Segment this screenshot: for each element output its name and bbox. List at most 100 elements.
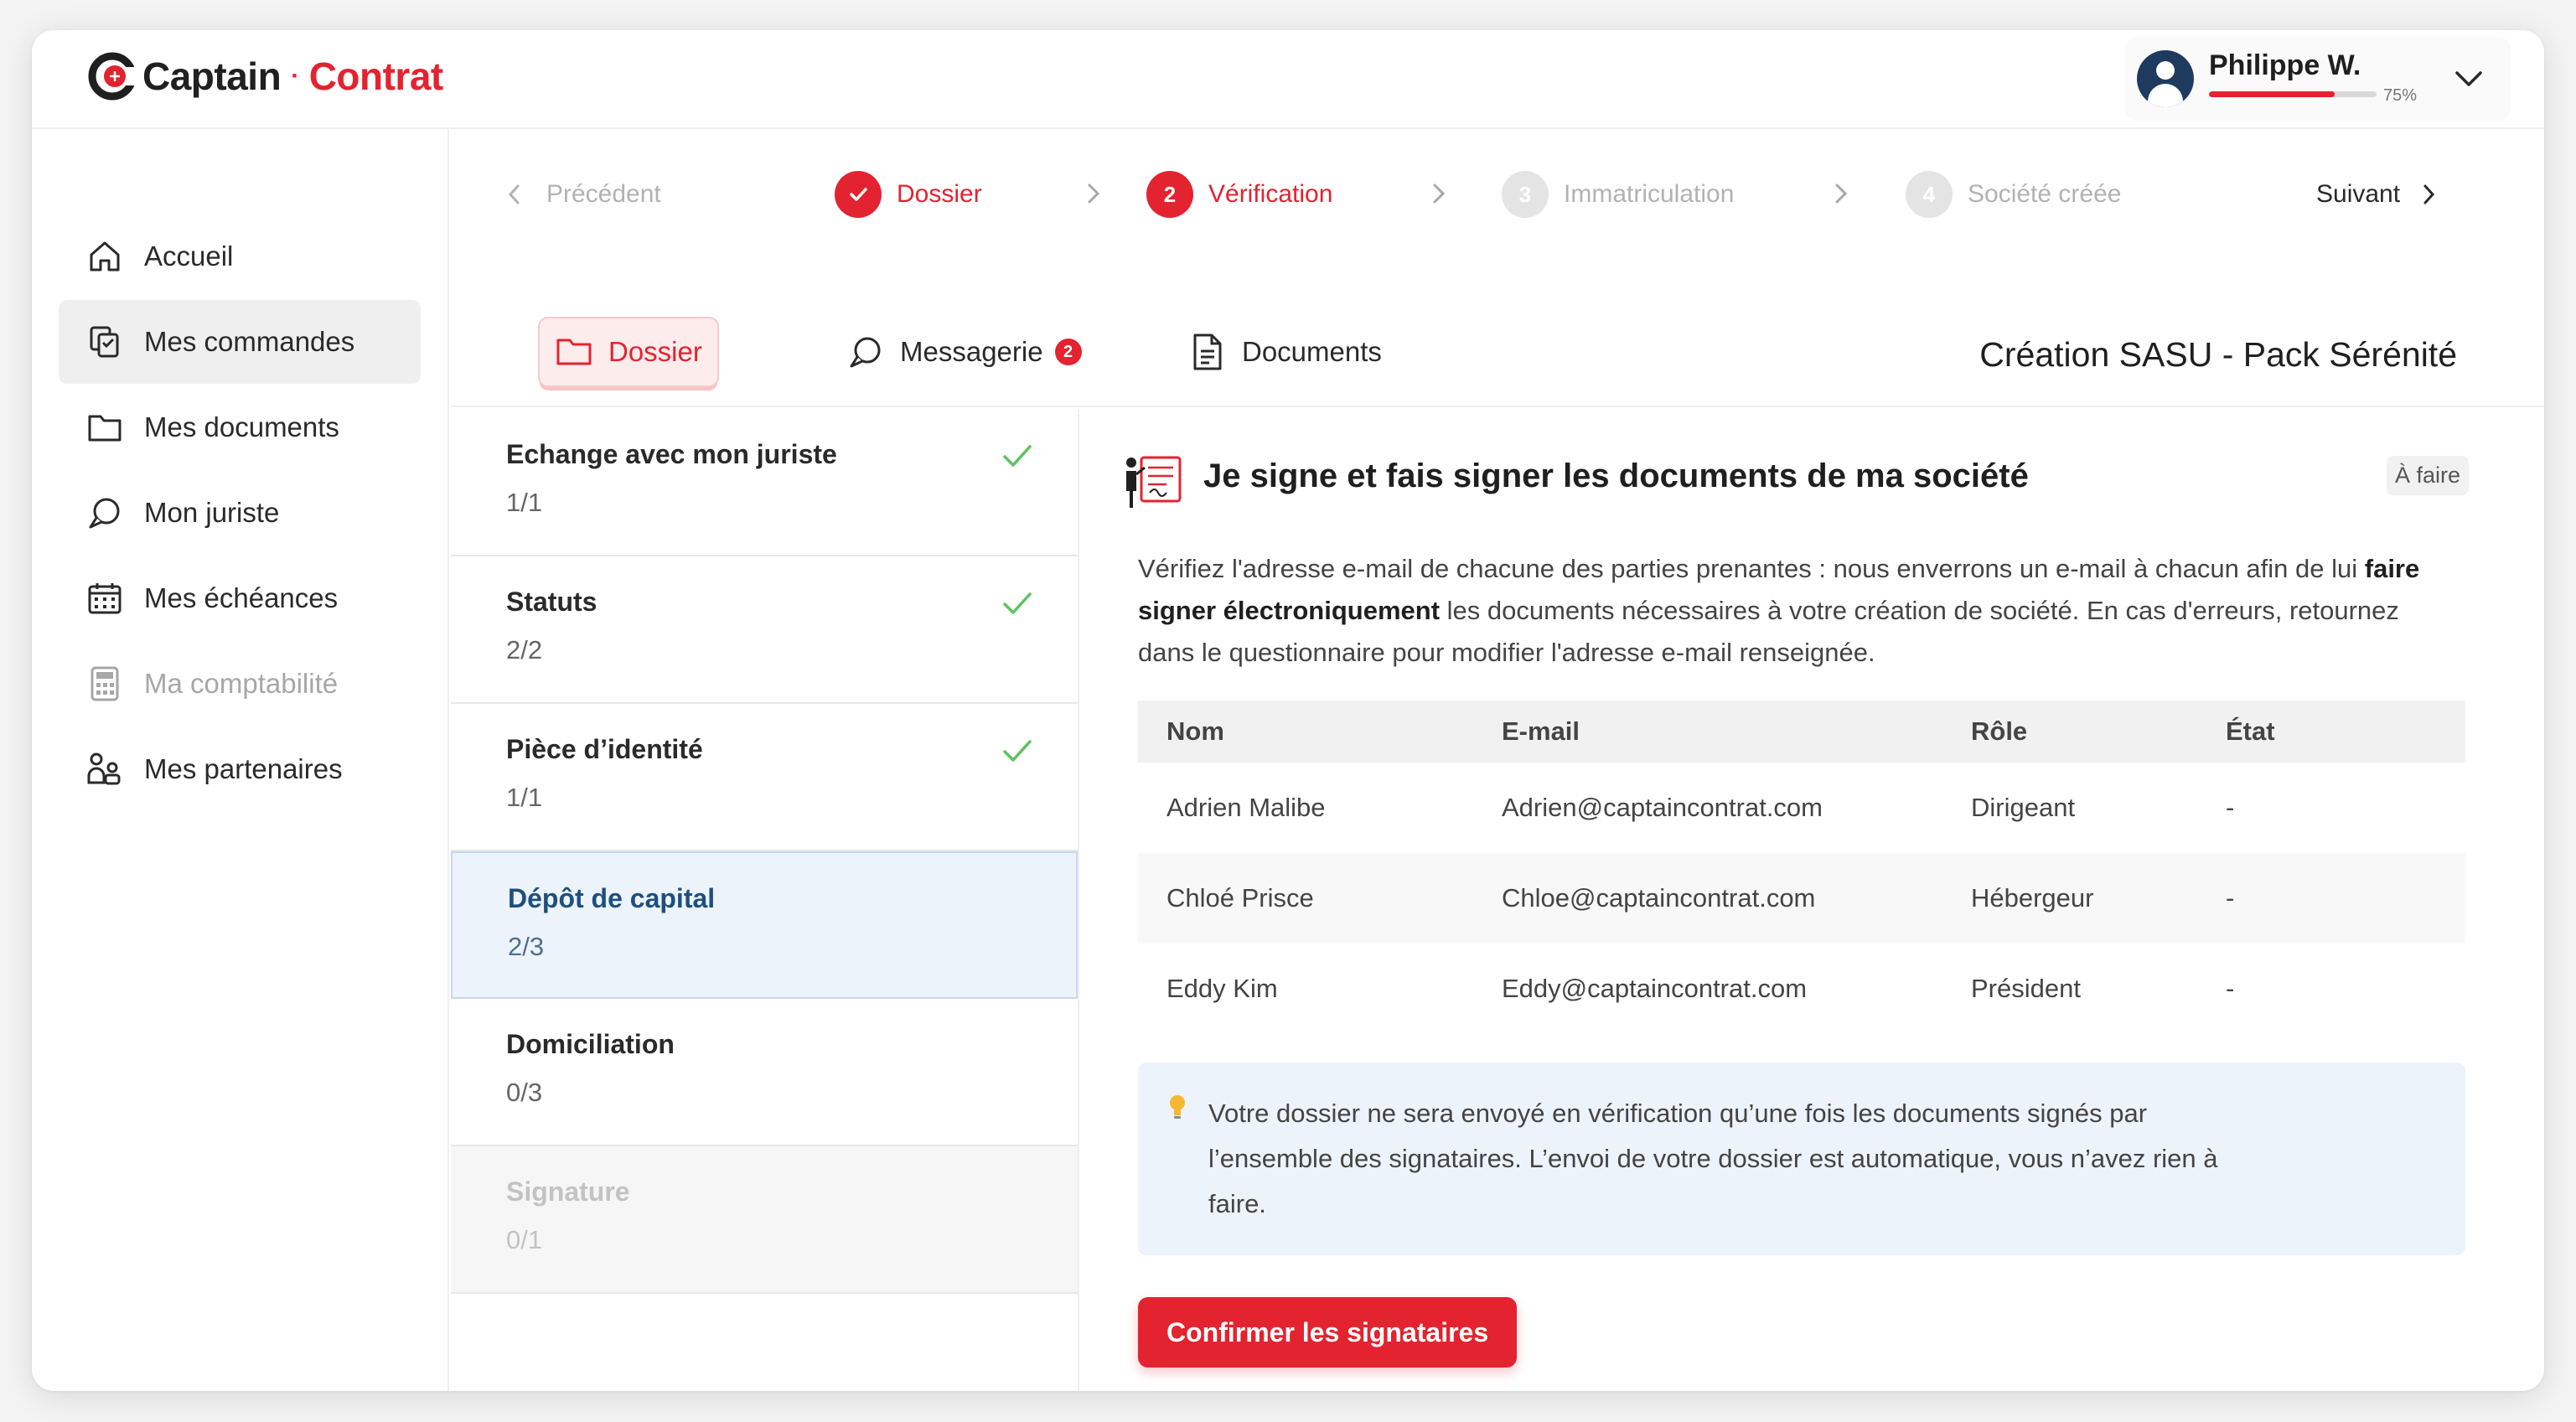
home-icon	[85, 237, 124, 276]
tab-label: Messagerie	[900, 336, 1043, 367]
sidebar-item-label: Mes commandes	[144, 326, 355, 357]
step-label: Dossier	[897, 180, 982, 208]
cell-nom: Adrien Malibe	[1166, 793, 1326, 822]
progress-stepper: Précédent Dossier 2 Vérification 3 Immat…	[451, 131, 2544, 256]
panel-intro: Vérifiez l'adresse e-mail de chacune des…	[1138, 548, 2462, 674]
tab-dossier[interactable]: Dossier	[538, 317, 719, 387]
task-title: Signature	[506, 1176, 630, 1207]
task-title: Domiciliation	[506, 1029, 675, 1059]
sidebar-item-echeances[interactable]: Mes échéances	[59, 556, 421, 640]
lightbulb-icon	[1170, 1095, 1185, 1119]
tab-bar: Dossier Messagerie 2 Documents Création …	[451, 282, 2544, 407]
column-header-email: E-mail	[1502, 716, 1580, 746]
brand-name-left: Captain	[142, 54, 282, 98]
cell-role: Président	[1971, 974, 2081, 1003]
tab-label: Dossier	[608, 336, 702, 367]
cell-email: Chloe@captaincontrat.com	[1502, 883, 1816, 913]
sidebar-item-comptabilite[interactable]: Ma comptabilité	[59, 642, 421, 726]
task-count: 2/3	[508, 932, 545, 961]
sidebar-item-label: Mes échéances	[144, 582, 339, 613]
task-item-depot-capital[interactable]: Dépôt de capital 2/3	[451, 851, 1078, 999]
check-icon	[1003, 740, 1032, 762]
chevron-right-icon	[1835, 184, 1848, 204]
step-number: 4	[1906, 171, 1953, 218]
task-item-statuts[interactable]: Statuts 2/2	[451, 556, 1078, 704]
next-label: Suivant	[2316, 180, 2401, 208]
task-count: 1/1	[506, 783, 543, 812]
task-count: 0/3	[506, 1078, 543, 1107]
check-icon	[835, 171, 882, 218]
table-row: Adrien Malibe Adrien@captaincontrat.com …	[1138, 763, 2465, 853]
task-list: Echange avec mon juriste 1/1 Statuts 2/2…	[451, 409, 1079, 1391]
sidebar-item-juriste[interactable]: Mon juriste	[59, 471, 421, 555]
brand-name-right: Contrat	[308, 54, 444, 98]
calendar-icon	[85, 579, 124, 618]
table-row: Eddy Kim Eddy@captaincontrat.com Préside…	[1138, 944, 2465, 1034]
signatories-table: Nom E-mail Rôle État Adrien Malibe Adrie…	[1138, 701, 2465, 1034]
tab-documents[interactable]: Documents	[1188, 317, 1382, 387]
next-step-button[interactable]: Suivant	[2316, 169, 2439, 220]
avatar	[2137, 50, 2194, 107]
chevron-left-icon	[508, 184, 520, 204]
chevron-right-icon	[1088, 184, 1100, 204]
step-label: Société créée	[1968, 180, 2122, 208]
progress-label: 75%	[2383, 86, 2418, 105]
sidebar-item-label: Ma comptabilité	[144, 668, 339, 699]
column-header-etat: État	[2226, 716, 2275, 746]
previous-step-button[interactable]: Précédent	[504, 169, 661, 220]
task-title: Pièce d’identité	[506, 734, 703, 764]
step-number: 3	[1502, 171, 1549, 218]
app-window: Captain · Contrat Philippe W. 75% Accuei…	[32, 30, 2544, 1391]
confirm-signatories-button[interactable]: Confirmer les signataires	[1138, 1297, 1518, 1368]
brand-logo[interactable]: Captain · Contrat	[87, 47, 443, 106]
task-item-echange[interactable]: Echange avec mon juriste 1/1	[451, 409, 1078, 556]
task-title: Dépôt de capital	[508, 883, 716, 913]
cell-etat: -	[2226, 793, 2235, 822]
calculator-icon	[85, 664, 124, 703]
step-label: Immatriculation	[1564, 180, 1735, 208]
sidebar: Accueil Mes commandes Mes documents Mon …	[32, 129, 449, 1391]
sidebar-item-accueil[interactable]: Accueil	[59, 215, 421, 298]
sidebar-item-partenaires[interactable]: Mes partenaires	[59, 727, 421, 811]
progress-fill	[2209, 91, 2335, 97]
task-count: 0/1	[506, 1225, 543, 1254]
step-societe-creee[interactable]: 4 Société créée	[1906, 169, 2121, 220]
step-dossier[interactable]: Dossier	[835, 169, 982, 220]
user-menu[interactable]: Philippe W. 75%	[2125, 37, 2511, 121]
cell-nom: Eddy Kim	[1166, 974, 1278, 1003]
chevron-right-icon	[1433, 184, 1446, 204]
status-badge: À faire	[2386, 456, 2469, 495]
sidebar-item-documents[interactable]: Mes documents	[59, 385, 421, 469]
task-detail-panel: Je signe et fais signer les documents de…	[1079, 409, 2544, 1391]
sidebar-item-label: Mes partenaires	[144, 753, 343, 784]
panel-heading: Je signe et fais signer les documents de…	[1203, 458, 2029, 494]
chevron-down-icon[interactable]	[2452, 62, 2485, 96]
step-verification[interactable]: 2 Vérification	[1146, 169, 1332, 220]
info-callout: Votre dossier ne sera envoyé en vérifica…	[1138, 1063, 2465, 1255]
cell-email: Eddy@captaincontrat.com	[1502, 974, 1808, 1003]
sidebar-item-label: Accueil	[144, 240, 234, 271]
task-title: Statuts	[506, 587, 597, 617]
profile-progress-bar	[2209, 91, 2377, 97]
check-icon	[1003, 445, 1032, 467]
folder-icon	[85, 408, 124, 447]
top-header: Captain · Contrat Philippe W. 75%	[32, 30, 2544, 129]
step-immatriculation[interactable]: 3 Immatriculation	[1502, 169, 1734, 220]
intro-text-start: Vérifiez l'adresse e-mail de chacune des…	[1138, 554, 2365, 583]
sidebar-item-label: Mon juriste	[144, 497, 280, 528]
logo-mark-icon	[88, 52, 137, 101]
table-header: Nom E-mail Rôle État	[1138, 701, 2465, 763]
task-title: Echange avec mon juriste	[506, 439, 837, 469]
page-title: Création SASU - Pack Sérénité	[1979, 335, 2457, 374]
task-item-piece-identite[interactable]: Pièce d’identité 1/1	[451, 704, 1078, 851]
cell-etat: -	[2226, 974, 2235, 1003]
sidebar-item-commandes[interactable]: Mes commandes	[59, 300, 421, 384]
task-count: 1/1	[506, 488, 543, 517]
task-item-domiciliation[interactable]: Domiciliation 0/3	[451, 999, 1078, 1146]
orders-icon	[85, 323, 124, 361]
signing-illustration-icon	[1126, 456, 1182, 508]
cell-nom: Chloé Prisce	[1166, 883, 1314, 913]
tab-messagerie[interactable]: Messagerie 2	[846, 317, 1082, 387]
task-item-signature[interactable]: Signature 0/1	[451, 1146, 1078, 1294]
step-number: 2	[1146, 171, 1193, 218]
